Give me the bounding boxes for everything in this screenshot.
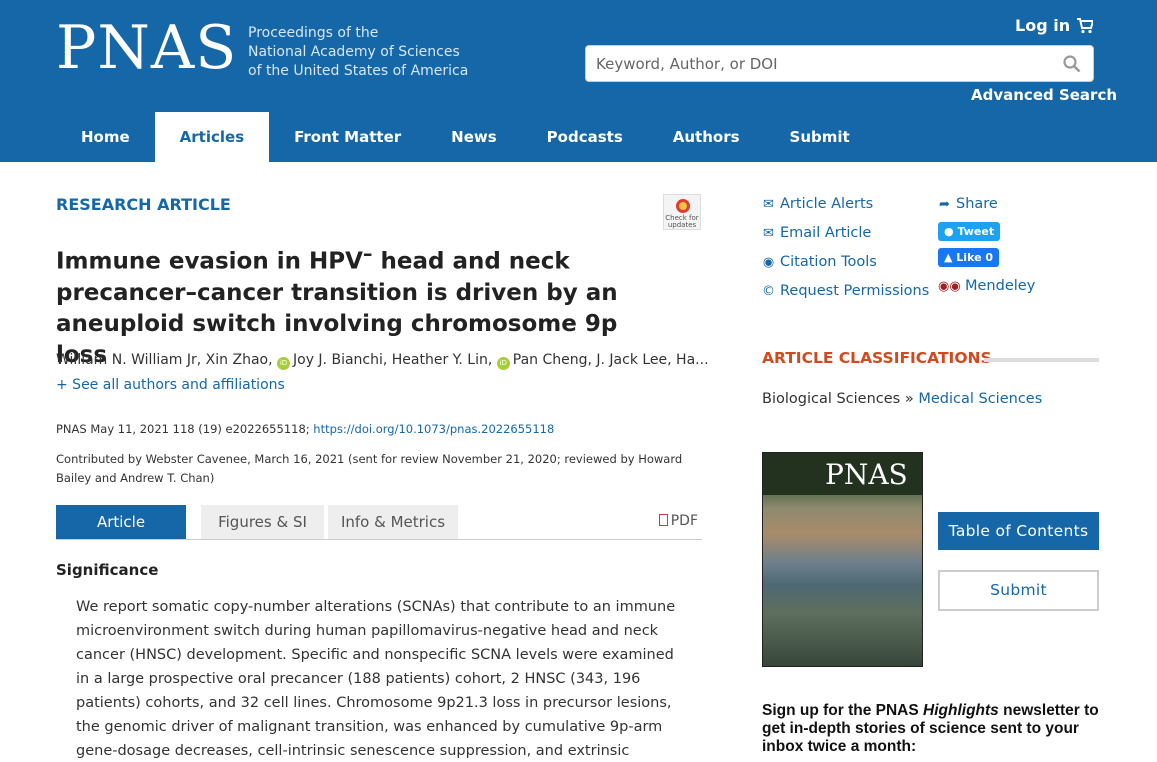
pdf-icon [658, 514, 668, 526]
share-label: Share [956, 196, 998, 212]
newsletter-signup-text: Sign up for the PNAS Highlights newslett… [762, 702, 1122, 756]
mendeley-label: Mendeley [965, 278, 1036, 294]
logo-tagline: Proceedings of the National Academy of S… [248, 24, 468, 81]
article-tabs: Article Figures & SI Info & Metrics PDF [56, 505, 702, 540]
thumbs-up-icon: ▲ [944, 251, 957, 264]
mendeley-link[interactable]: ◉◉ Mendeley [938, 278, 1035, 294]
email-article-link[interactable]: ✉ Email Article [762, 225, 871, 241]
envelope-icon: ✉ [763, 226, 774, 241]
like-label: Like 0 [956, 251, 994, 264]
logo-tagline-line: of the United States of America [248, 63, 469, 79]
author-names[interactable]: William N. William Jr, Xin Zhao, [56, 352, 273, 368]
doi-link[interactable]: https://doi.org/10.1073/pnas.2022655118 [313, 422, 554, 436]
pnas-logo[interactable]: PNAS [56, 18, 237, 78]
mendeley-icon: ◉◉ [938, 279, 961, 294]
login-link[interactable]: Log in [1015, 16, 1070, 35]
citation-line: PNAS May 11, 2021 118 (19) e2022655118; … [56, 422, 554, 436]
logo-tagline-line: National Academy of Sciences [248, 44, 460, 60]
see-all-authors-link[interactable]: + See all authors and affiliations [56, 377, 285, 393]
contributed-note: Contributed by Webster Cavenee, March 16… [56, 452, 683, 485]
pdf-label: PDF [670, 513, 698, 529]
journal-cover-image[interactable]: PNAS [762, 452, 923, 667]
main-nav: Home Articles Front Matter News Podcasts… [56, 112, 875, 162]
heading-divider [984, 358, 1099, 362]
table-of-contents-button[interactable]: Table of Contents [938, 512, 1099, 550]
nav-submit[interactable]: Submit [765, 112, 875, 162]
orcid-icon[interactable]: iD [277, 357, 290, 370]
author-list: William N. William Jr, Xin Zhao, iD Joy J… [56, 352, 709, 370]
newsletter-text: Sign up for the PNAS [762, 702, 924, 719]
request-permissions-label: Request Permissions [780, 283, 930, 299]
author-names[interactable]: Pan Cheng, J. Jack Lee, Ha... [513, 352, 709, 368]
classification-path: Biological Sciences » Medical Sciences [762, 391, 1042, 407]
tab-article[interactable]: Article [56, 505, 186, 539]
megaphone-icon: ✉ [763, 197, 774, 212]
advanced-search-link[interactable]: Advanced Search [971, 86, 1117, 104]
nav-news[interactable]: News [426, 112, 522, 162]
tweet-button[interactable]: ● Tweet [938, 222, 1001, 241]
significance-heading: Significance [56, 561, 159, 579]
share-icon: ➦ [939, 197, 950, 212]
title-part: Immune evasion in HPV [56, 248, 363, 275]
classification-secondary-link[interactable]: Medical Sciences [918, 391, 1042, 407]
author-names[interactable]: Joy J. Bianchi, Heather Y. Lin, [293, 352, 492, 368]
article-alerts-label: Article Alerts [780, 196, 874, 212]
classification-primary: Biological Sciences [762, 391, 901, 407]
check-updates-label: Check for updates [665, 214, 699, 229]
tweet-label: Tweet [957, 225, 995, 238]
copyright-icon: © [762, 284, 775, 299]
cart-icon[interactable] [1077, 18, 1093, 34]
classification-separator: » [900, 391, 919, 407]
search-box [585, 45, 1094, 82]
citation-text: PNAS May 11, 2021 118 (19) e2022655118; [56, 422, 310, 436]
classifications-heading: ARTICLE CLASSIFICATIONS [762, 349, 992, 367]
nav-podcasts[interactable]: Podcasts [522, 112, 648, 162]
article-alerts-link[interactable]: ✉ Article Alerts [762, 196, 873, 212]
check-updates-icon [676, 199, 690, 213]
email-article-label: Email Article [780, 225, 872, 241]
newsletter-highlight: Highlights [923, 702, 999, 719]
article-title: Immune evasion in HPV– head and neck pre… [56, 238, 676, 371]
globe-icon: ◉ [762, 255, 775, 270]
submit-button[interactable]: Submit [938, 570, 1099, 611]
site-header: PNAS Proceedings of the National Academy… [0, 0, 1157, 162]
nav-articles[interactable]: Articles [154, 112, 270, 162]
tab-info-metrics[interactable]: Info & Metrics [328, 505, 458, 539]
nav-home[interactable]: Home [56, 112, 155, 162]
nav-front-matter[interactable]: Front Matter [269, 112, 426, 162]
orcid-icon[interactable]: iD [496, 357, 510, 370]
nav-authors[interactable]: Authors [648, 112, 765, 162]
share-link[interactable]: ➦ Share [938, 196, 998, 212]
citation-tools-link[interactable]: ◉ Citation Tools [762, 254, 877, 270]
request-permissions-link[interactable]: © Request Permissions [762, 283, 929, 299]
search-icon[interactable] [1063, 55, 1081, 73]
search-input[interactable] [596, 46, 1036, 81]
check-for-updates-badge[interactable]: Check for updates [663, 194, 701, 230]
article-type: RESEARCH ARTICLE [56, 195, 231, 214]
citation-tools-label: Citation Tools [780, 254, 877, 270]
facebook-like-button[interactable]: ▲ Like 0 [938, 248, 1000, 267]
cover-logo: PNAS [825, 458, 908, 491]
significance-text: We report somatic copy-number alteration… [76, 599, 676, 759]
tab-figures-si[interactable]: Figures & SI [201, 505, 324, 539]
pdf-link[interactable]: PDF [658, 513, 698, 529]
logo-tagline-line: Proceedings of the [248, 25, 379, 41]
twitter-icon: ● [944, 225, 958, 238]
